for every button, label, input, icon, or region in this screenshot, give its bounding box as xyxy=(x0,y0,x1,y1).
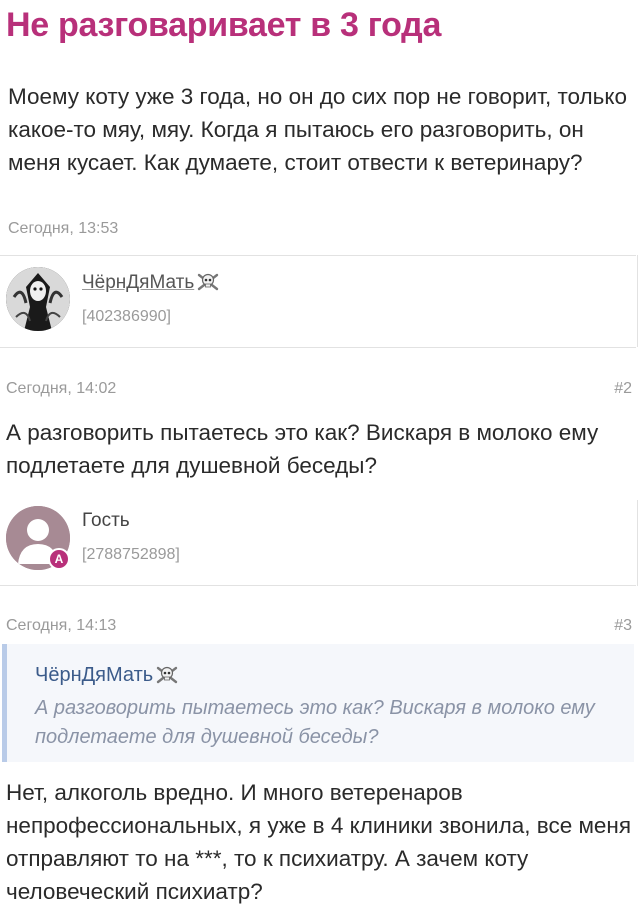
topic-timestamp: Сегодня, 13:53 xyxy=(8,220,119,237)
avatar[interactable] xyxy=(6,267,70,331)
guest-badge: A xyxy=(48,548,70,570)
topic-question: Моему коту уже 3 года, но он до сих пор … xyxy=(8,84,627,175)
author-id: [2788752898] xyxy=(82,546,180,563)
avatar-image xyxy=(6,267,70,331)
author-name: Гость xyxy=(82,510,130,531)
divider xyxy=(0,347,636,348)
quote-author-name: ЧёрнДяМать xyxy=(35,664,154,686)
author-name: ЧёрнДяМать xyxy=(82,272,195,293)
post-text: Нет, алкоголь вредно. И много ветеренаро… xyxy=(6,780,632,904)
skull-icon xyxy=(197,272,219,298)
quote-text: А разговорить пытаетесь это как? Вискаря… xyxy=(35,697,595,748)
author-id: [402386990] xyxy=(82,308,171,325)
post-number-link[interactable]: #2 xyxy=(614,380,632,398)
page-title: Не разговаривает в 3 года xyxy=(6,6,442,44)
quote-author[interactable]: ЧёрнДяМать xyxy=(35,664,178,691)
post-number-link[interactable]: #3 xyxy=(614,617,632,635)
post-timestamp: Сегодня, 14:13 xyxy=(6,617,117,634)
divider xyxy=(0,585,636,586)
divider xyxy=(637,500,638,586)
author-name-link[interactable]: ЧёрнДяМать xyxy=(82,272,219,298)
quote-block: ЧёрнДяМать А разговорить пытаетесь это к… xyxy=(2,644,634,762)
divider xyxy=(0,255,636,256)
skull-icon xyxy=(156,665,178,691)
post-text: А разговорить пытаетесь это как? Вискаря… xyxy=(6,420,599,478)
post-timestamp: Сегодня, 14:02 xyxy=(6,380,117,397)
divider xyxy=(637,255,638,347)
